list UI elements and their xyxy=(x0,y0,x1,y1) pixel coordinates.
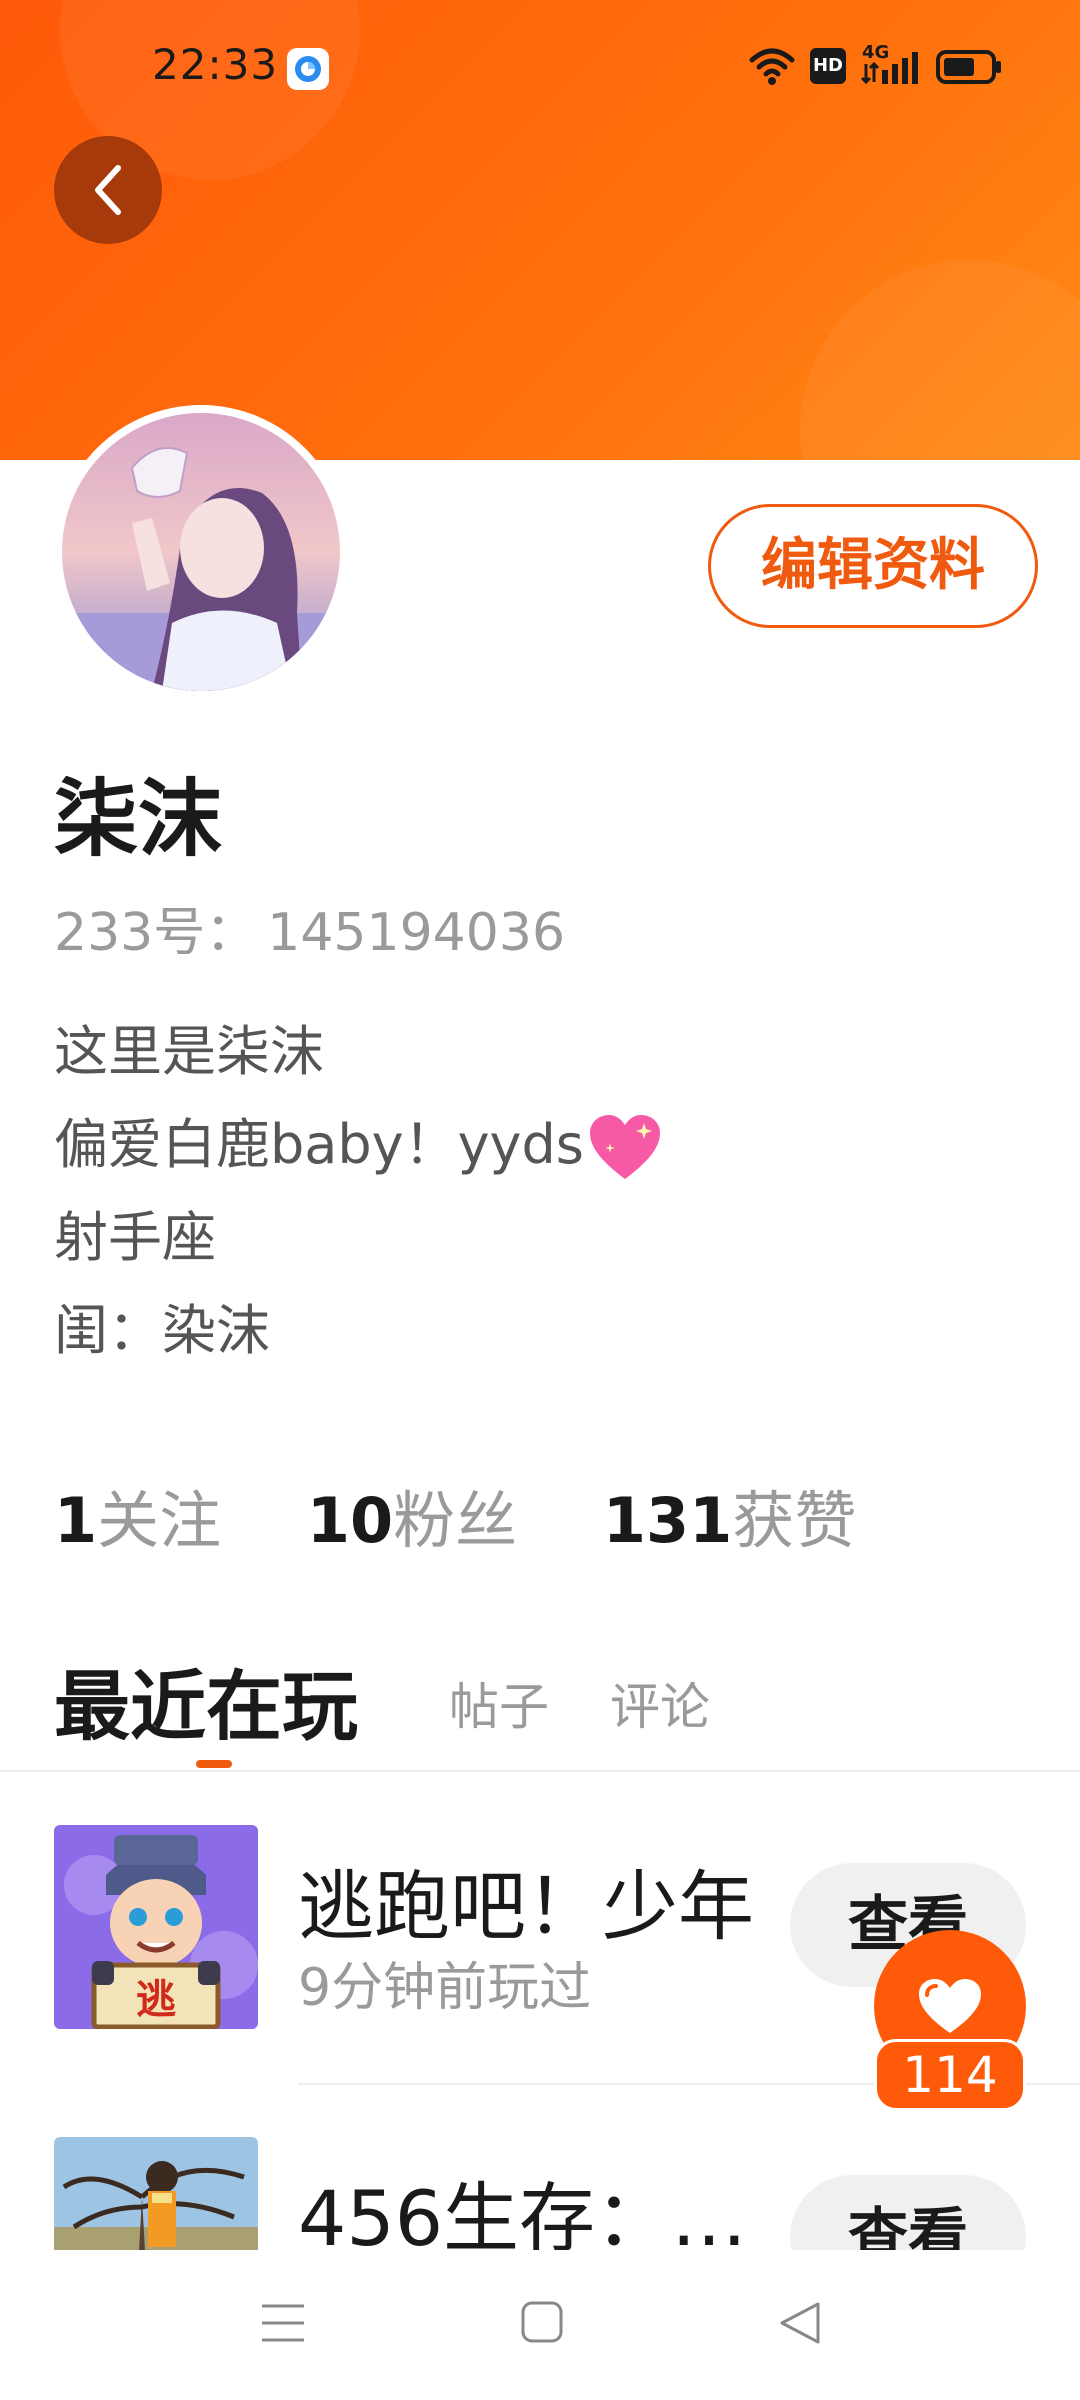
signal-icon xyxy=(860,52,918,85)
nav-menu-button[interactable] xyxy=(260,2300,306,2350)
game-last-played: 9分钟前玩过 xyxy=(298,1958,592,2018)
bio: 这里是柒沫 偏爱白鹿baby！yyds 射手座 闺：染沫 xyxy=(54,1005,662,1377)
like-count: 114 xyxy=(874,2039,1026,2111)
tabs-divider xyxy=(0,1770,1080,1772)
stat-likes[interactable]: 131获赞 xyxy=(603,1470,856,1560)
tab-comments[interactable]: 评论 xyxy=(610,1667,710,1739)
stats-row: 1关注 10粉丝 131获赞 xyxy=(54,1470,922,1560)
bio-line-text: 偏爱白鹿baby！yyds xyxy=(54,1113,584,1176)
stat-label: 获赞 xyxy=(732,1484,857,1557)
stat-value: 1 xyxy=(54,1484,98,1557)
bio-line: 射手座 xyxy=(54,1206,216,1269)
sparkling-heart-icon xyxy=(589,1115,660,1180)
game-title: 逃跑吧！少年 xyxy=(298,1862,754,1951)
stat-value: 10 xyxy=(306,1484,394,1557)
tab-recently-played[interactable]: 最近在玩 xyxy=(54,1645,358,1755)
nav-home-button[interactable] xyxy=(520,2300,564,2348)
bio-line: 偏爱白鹿baby！yyds xyxy=(54,1098,662,1191)
view-button[interactable]: 查看 xyxy=(790,2175,1026,2250)
stat-label: 粉丝 xyxy=(393,1484,518,1557)
bio-line: 闺：染沫 xyxy=(54,1299,270,1362)
status-time: 22:33 xyxy=(152,40,279,89)
stat-value: 131 xyxy=(602,1484,733,1557)
user-id-value: 145194036 xyxy=(267,903,566,963)
profile-tabs: 最近在玩 帖子 评论 xyxy=(54,1645,1054,1768)
app-notification-icon xyxy=(287,48,329,90)
battery-icon xyxy=(936,50,1001,84)
back-button[interactable] xyxy=(54,136,162,244)
avatar[interactable] xyxy=(54,405,348,699)
username: 柒沫 xyxy=(54,770,223,868)
square-home-icon xyxy=(521,2301,563,2343)
menu-icon xyxy=(262,2304,304,2342)
nav-back-button[interactable] xyxy=(778,2300,822,2350)
game-title: 456生存：… xyxy=(298,2174,748,2250)
stat-following[interactable]: 1关注 xyxy=(54,1470,221,1560)
hd-icon: HD xyxy=(810,48,846,84)
game-thumbnail: 逃 xyxy=(54,1825,258,2029)
game-list-item[interactable]: 456生存：… 查看 xyxy=(0,2137,1080,2250)
user-id-label: 233号： xyxy=(54,903,258,963)
status-bar: 22:33 HD 4G xyxy=(0,0,1080,136)
user-id: 233号： 145194036 xyxy=(54,890,565,965)
stat-label: 关注 xyxy=(97,1484,222,1557)
wifi-icon xyxy=(749,48,795,85)
tab-posts[interactable]: 帖子 xyxy=(449,1667,549,1739)
bio-line: 这里是柒沫 xyxy=(54,1020,324,1083)
tab-active-indicator xyxy=(196,1760,232,1768)
game-thumbnail xyxy=(54,2137,258,2250)
chevron-left-icon xyxy=(95,165,121,215)
triangle-back-icon xyxy=(780,2302,820,2344)
heart-icon xyxy=(919,1979,981,2033)
edit-profile-button[interactable]: 编辑资料 xyxy=(708,504,1038,628)
banner-decoration xyxy=(800,260,1080,460)
thumb-sign-text: 逃 xyxy=(136,1977,176,2023)
stat-followers[interactable]: 10粉丝 xyxy=(307,1470,517,1560)
system-nav-bar xyxy=(0,2250,1080,2400)
